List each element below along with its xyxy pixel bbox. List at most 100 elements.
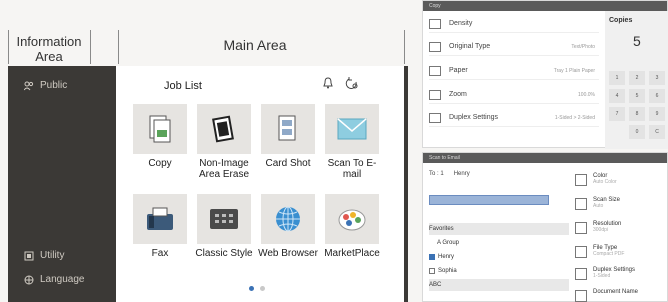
app-web-browser[interactable]: Web Browser [256, 194, 320, 259]
setting-value: 1-Sided [593, 273, 611, 279]
app-copy[interactable]: Copy [128, 104, 192, 169]
copy-row-density[interactable]: Density [429, 15, 599, 33]
density-icon [429, 18, 441, 29]
app-label: MarketPlace [324, 248, 380, 259]
original-type-icon [429, 41, 441, 52]
fax-tile[interactable] [133, 194, 187, 244]
email-icon [337, 118, 367, 140]
keypad-key[interactable]: 9 [649, 107, 665, 121]
sidebar-item-public[interactable]: Public [24, 80, 67, 91]
sidebar-item-language[interactable]: Language [24, 274, 85, 285]
main-bracket-right [404, 30, 405, 64]
list-label: A Group [437, 240, 460, 246]
app-label: Fax [151, 248, 169, 259]
scan-to-email-tile[interactable] [325, 104, 379, 154]
row-label: Duplex Settings [449, 114, 499, 121]
setting-label: Document Name [593, 289, 639, 295]
list-label: ABC [429, 282, 442, 288]
marketplace-tile[interactable] [325, 194, 379, 244]
setting-resolution[interactable]: Resolution 300dpi [575, 221, 668, 239]
keypad-key[interactable]: 8 [629, 107, 645, 121]
main-bracket-left [118, 30, 119, 64]
refresh-icon[interactable] [345, 76, 359, 90]
classic-style-tile[interactable] [197, 194, 251, 244]
copy-row-duplex[interactable]: Duplex Settings 1-Sided > 2-Sided [429, 109, 599, 127]
list-item-sophia[interactable]: Sophia [429, 265, 569, 277]
keypad-key[interactable]: 6 [649, 89, 665, 103]
sidebar-item-label: Language [40, 274, 85, 285]
utility-icon [24, 251, 34, 260]
non-image-erase-tile[interactable] [197, 104, 251, 154]
row-value: Tray 1 Plain Paper [553, 67, 595, 74]
setting-scan-size[interactable]: Scan Size Auto [575, 197, 668, 215]
app-marketplace[interactable]: MarketPlace [320, 194, 384, 259]
copies-label: Copies [609, 17, 633, 24]
copy-screen-thumbnail: Copy Density Original Type Text/Photo Pap… [422, 0, 668, 149]
fax-icon [147, 207, 173, 230]
setting-file-type[interactable]: File Type Compact PDF [575, 245, 668, 263]
color-icon [575, 174, 587, 186]
app-classic-style[interactable]: Classic Style [192, 194, 256, 259]
page-indicator [249, 286, 265, 291]
setting-value: 300dpi [593, 227, 609, 233]
setting-duplex[interactable]: Duplex Settings 1-Sided [575, 267, 668, 285]
app-label: Classic Style [195, 248, 253, 259]
setting-value: Compact PDF [593, 251, 625, 257]
list-header: ABC [429, 279, 569, 291]
duplex-icon [575, 268, 587, 280]
to-field[interactable]: To : 1 Henry [429, 171, 470, 177]
job-list-link[interactable]: Job List [164, 80, 202, 92]
sidebar-item-utility[interactable]: Utility [24, 250, 64, 261]
card-shot-tile[interactable] [261, 104, 315, 154]
duplex-icon [429, 112, 441, 123]
info-bracket-right [90, 30, 91, 64]
checkbox[interactable] [429, 254, 435, 260]
page-dot[interactable] [260, 286, 265, 291]
row-value: 100.0% [578, 91, 595, 98]
copies-keypad: Copies 5 1 2 3 4 5 6 7 8 9 0 C [605, 11, 668, 149]
copy-title: Copy [423, 1, 667, 11]
to-name: Henry [453, 171, 470, 177]
list-label: Sophia [438, 268, 457, 274]
keypad-key[interactable]: 7 [609, 107, 625, 121]
keypad-key[interactable]: 1 [609, 71, 625, 85]
copy-row-zoom[interactable]: Zoom 100.0% [429, 86, 599, 104]
keypad-key[interactable]: 5 [629, 89, 645, 103]
checkbox[interactable] [429, 268, 435, 274]
copy-row-paper[interactable]: Paper Tray 1 Plain Paper [429, 62, 599, 80]
keypad-key[interactable]: C [649, 125, 665, 139]
app-label: Copy [148, 158, 172, 169]
keypad-key[interactable]: 2 [629, 71, 645, 85]
keypad-key[interactable]: 4 [609, 89, 625, 103]
row-value: Text/Photo [571, 43, 595, 50]
list-label: Favorites [429, 226, 454, 232]
setting-value: Auto [593, 203, 604, 209]
main-area: Job List Copy Non-Image Area Erase Card … [116, 66, 404, 302]
page-dot[interactable] [249, 286, 254, 291]
copy-tile[interactable] [133, 104, 187, 154]
app-fax[interactable]: Fax [128, 194, 192, 259]
marketplace-icon [338, 209, 366, 231]
row-label: Density [449, 20, 473, 27]
address-toolbar[interactable] [429, 195, 549, 205]
keypad-key[interactable]: 0 [629, 125, 645, 139]
setting-color[interactable]: Color Auto Color [575, 173, 668, 191]
setting-document-name[interactable]: Document Name [575, 289, 668, 302]
non-image-erase-icon [212, 115, 234, 143]
web-browser-tile[interactable] [261, 194, 315, 244]
screen-root: Information Area Main Area Public Utilit… [0, 0, 668, 302]
app-card-shot[interactable]: Card Shot [256, 104, 320, 169]
people-icon [24, 81, 34, 90]
information-area-label: Information Area [16, 34, 82, 64]
app-non-image-area-erase[interactable]: Non-Image Area Erase [192, 104, 256, 180]
card-shot-icon [278, 115, 296, 141]
app-scan-to-email[interactable]: Scan To E-mail [320, 104, 384, 180]
list-item-group[interactable]: A Group [429, 237, 569, 249]
copy-row-original-type[interactable]: Original Type Text/Photo [429, 38, 599, 56]
list-item-henry[interactable]: Henry [429, 251, 569, 263]
keypad-key[interactable]: 3 [649, 71, 665, 85]
bell-icon[interactable] [321, 76, 335, 90]
setting-value: Auto Color [593, 179, 617, 185]
copies-value: 5 [633, 33, 641, 49]
scan-title: Scan to Email [423, 153, 667, 163]
